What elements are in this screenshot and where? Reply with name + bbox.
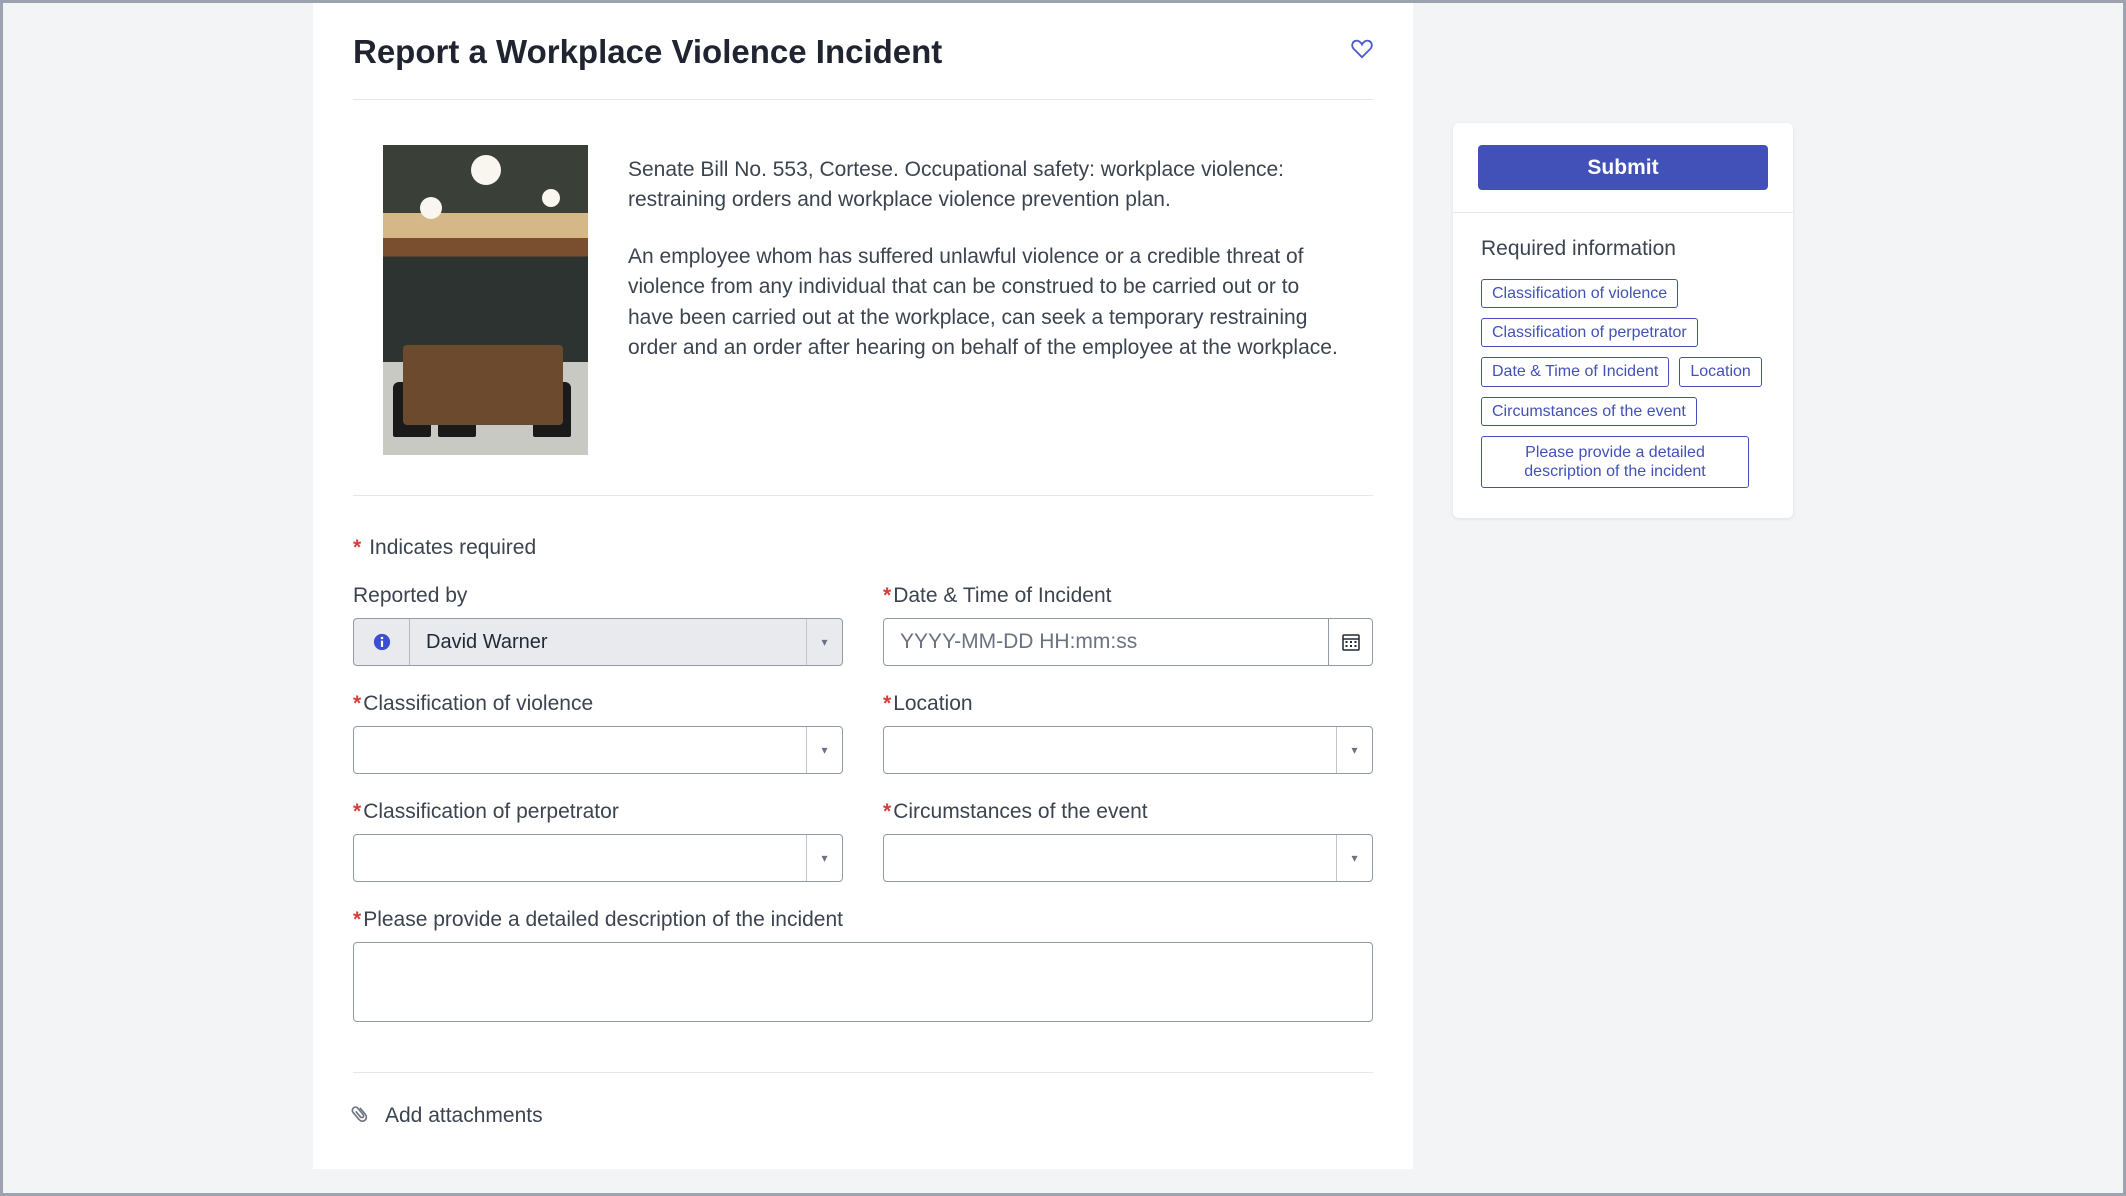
classification-violence-select[interactable]: ▾ [353, 726, 843, 774]
required-chip[interactable]: Location [1679, 357, 1762, 386]
field-circumstances: *Circumstances of the event ▾ [883, 800, 1373, 882]
caret-down-icon: ▾ [806, 727, 842, 773]
reported-by-label: Reported by [353, 584, 843, 608]
caret-down-icon: ▾ [1336, 835, 1372, 881]
sidebar-card: Submit Required information Classificati… [1453, 123, 1793, 518]
datetime-label: *Date & Time of Incident [883, 584, 1373, 608]
circumstances-label: *Circumstances of the event [883, 800, 1373, 824]
intro-section: Senate Bill No. 553, Cortese. Occupation… [353, 100, 1373, 496]
required-chip[interactable]: Circumstances of the event [1481, 397, 1697, 426]
description-textarea[interactable] [368, 953, 1358, 1011]
field-description: *Please provide a detailed description o… [353, 908, 1373, 1022]
page-title: Report a Workplace Violence Incident [353, 33, 942, 71]
office-image [383, 145, 588, 455]
datetime-input-wrap [883, 618, 1373, 666]
caret-down-icon: ▾ [1336, 727, 1372, 773]
classification-perpetrator-label: *Classification of perpetrator [353, 800, 843, 824]
field-datetime: *Date & Time of Incident [883, 584, 1373, 666]
field-reported-by: Reported by David Warner ▾ [353, 584, 843, 666]
required-chip[interactable]: Classification of perpetrator [1481, 318, 1698, 347]
form-header: Report a Workplace Violence Incident [353, 33, 1373, 100]
caret-down-icon: ▾ [806, 619, 842, 665]
attachments-label: Add attachments [385, 1104, 543, 1128]
field-classification-violence: *Classification of violence ▾ [353, 692, 843, 774]
description-label: *Please provide a detailed description o… [353, 908, 1373, 932]
reported-by-value: David Warner [410, 619, 806, 665]
intro-text: Senate Bill No. 553, Cortese. Occupation… [628, 145, 1343, 455]
form-section: *Indicates required Reported by David Wa… [353, 496, 1373, 1129]
classification-perpetrator-select[interactable]: ▾ [353, 834, 843, 882]
info-icon[interactable] [354, 619, 410, 665]
datetime-input[interactable] [884, 619, 1328, 665]
main-form-card: Report a Workplace Violence Incident Sen… [313, 3, 1413, 1169]
field-classification-perpetrator: *Classification of perpetrator ▾ [353, 800, 843, 882]
required-chip[interactable]: Date & Time of Incident [1481, 357, 1669, 386]
circumstances-select[interactable]: ▾ [883, 834, 1373, 882]
favorite-icon[interactable] [1351, 38, 1373, 66]
classification-violence-label: *Classification of violence [353, 692, 843, 716]
intro-paragraph-1: Senate Bill No. 553, Cortese. Occupation… [628, 155, 1343, 216]
reported-by-select[interactable]: David Warner ▾ [353, 618, 843, 666]
location-select[interactable]: ▾ [883, 726, 1373, 774]
divider [353, 1072, 1373, 1073]
caret-down-icon: ▾ [806, 835, 842, 881]
submit-button[interactable]: Submit [1478, 145, 1768, 190]
required-info-heading: Required information [1481, 237, 1765, 261]
required-chips: Classification of violence Classificatio… [1481, 279, 1765, 488]
paperclip-icon [347, 1100, 378, 1131]
intro-paragraph-2: An employee whom has suffered unlawful v… [628, 242, 1343, 364]
calendar-icon[interactable] [1328, 619, 1372, 665]
add-attachments-button[interactable]: Add attachments [353, 1103, 1373, 1129]
required-chip[interactable]: Please provide a detailed description of… [1481, 436, 1749, 488]
required-indicator-note: *Indicates required [353, 536, 1373, 560]
location-label: *Location [883, 692, 1373, 716]
field-location: *Location ▾ [883, 692, 1373, 774]
required-chip[interactable]: Classification of violence [1481, 279, 1678, 308]
